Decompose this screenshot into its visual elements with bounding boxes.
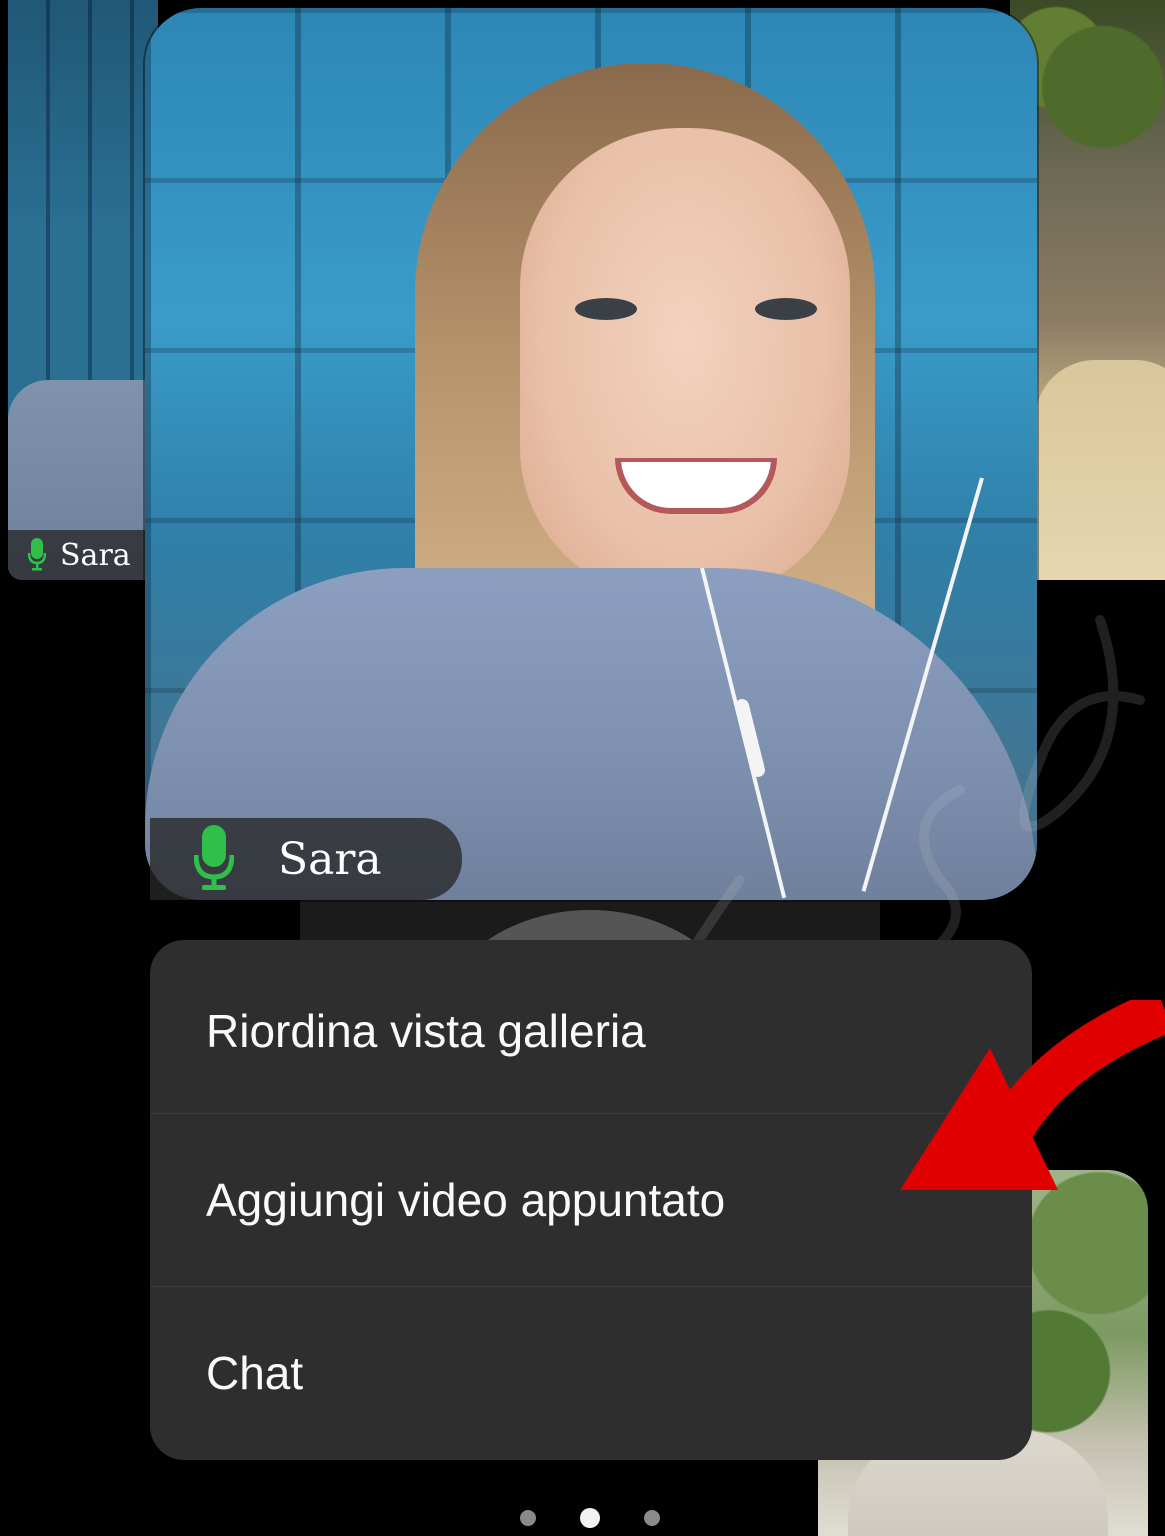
participant-shoulder: [1035, 360, 1165, 580]
participant-name: Sara: [278, 833, 382, 885]
participant-name: Sara: [60, 537, 131, 573]
main-participant-video[interactable]: [145, 8, 1037, 900]
menu-item-chat[interactable]: Chat: [150, 1286, 1032, 1459]
page-dot[interactable]: [644, 1510, 660, 1526]
participant-eye: [755, 298, 817, 320]
participant-name-label-main: Sara: [150, 818, 462, 900]
participant-face: [520, 128, 850, 598]
microphone-icon: [28, 538, 46, 572]
microphone-icon: [194, 825, 234, 893]
page-dot-active[interactable]: [580, 1508, 600, 1528]
page-indicator: [520, 1508, 660, 1528]
menu-item-label: Aggiungi video appuntato: [206, 1174, 726, 1226]
annotation-arrow-icon: [900, 1000, 1165, 1190]
page-dot[interactable]: [520, 1510, 536, 1526]
participant-tile-left[interactable]: [8, 0, 158, 580]
menu-item-label: Riordina vista galleria: [206, 1005, 646, 1057]
participant-name-label-left: Sara: [8, 530, 150, 580]
menu-item-label: Chat: [206, 1347, 304, 1399]
participant-eye: [575, 298, 637, 320]
meeting-gallery-screen: Sara Sara Riordina vista galleria Aggiun…: [0, 0, 1165, 1536]
